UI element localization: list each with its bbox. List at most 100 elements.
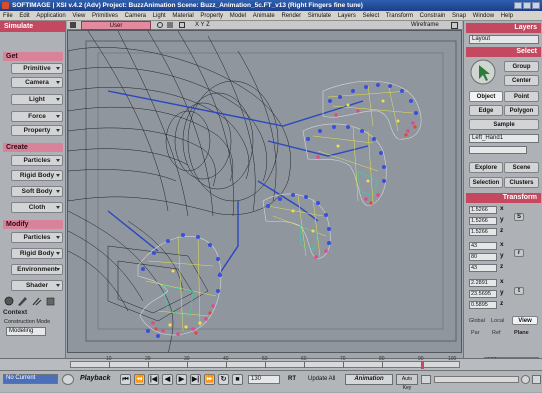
plane-toggle[interactable]: Plane bbox=[514, 330, 529, 336]
menu-material[interactable]: Material bbox=[172, 13, 193, 19]
ref-toggle[interactable]: Ref bbox=[492, 330, 501, 336]
layers-header[interactable]: Layers bbox=[466, 23, 541, 33]
play-forward-button[interactable]: ▶ bbox=[176, 374, 187, 385]
polygon-button[interactable]: Polygon bbox=[504, 105, 539, 116]
get-force-button[interactable]: Force bbox=[11, 111, 63, 122]
playback-menu[interactable]: Playback bbox=[80, 375, 110, 382]
animation-menu[interactable]: Animation bbox=[345, 374, 393, 385]
global-toggle[interactable]: Global bbox=[469, 318, 485, 324]
menu-window[interactable]: Window bbox=[473, 13, 494, 19]
viewport-menu-icon[interactable] bbox=[70, 22, 76, 28]
view-toggle[interactable]: View bbox=[512, 316, 538, 325]
menu-animate[interactable]: Animate bbox=[253, 13, 275, 19]
selection-button[interactable]: Selection bbox=[469, 177, 503, 188]
translate-icon[interactable]: t bbox=[514, 287, 524, 295]
record-icon[interactable] bbox=[521, 375, 530, 384]
module-switcher[interactable]: Simulate bbox=[0, 21, 66, 32]
modify-section-header[interactable]: Modify bbox=[3, 220, 63, 229]
frame-rate-label[interactable]: RT bbox=[288, 376, 296, 382]
create-soft-body-button[interactable]: Soft Body bbox=[11, 186, 63, 197]
mini-timeline[interactable] bbox=[434, 376, 519, 383]
par-toggle[interactable]: Par bbox=[471, 330, 480, 336]
get-primitive-button[interactable]: Primitive bbox=[11, 63, 63, 74]
menu-primitives[interactable]: Primitives bbox=[92, 13, 118, 19]
viewport-maximize-icon[interactable] bbox=[451, 22, 458, 29]
menu-view[interactable]: View bbox=[72, 13, 85, 19]
group-button[interactable]: Group bbox=[504, 61, 539, 72]
selection-filter-field[interactable] bbox=[469, 146, 527, 154]
create-section-header[interactable]: Create bbox=[3, 143, 63, 152]
menu-simulate[interactable]: Simulate bbox=[308, 13, 331, 19]
get-property-button[interactable]: Property bbox=[11, 125, 63, 136]
maximize-button[interactable] bbox=[523, 2, 531, 9]
xyz-toggle[interactable]: X Y Z bbox=[195, 21, 210, 30]
tool-icons-row[interactable] bbox=[3, 295, 63, 307]
context-section-header[interactable]: Context bbox=[3, 309, 63, 317]
create-rigid-body-button[interactable]: Rigid Body bbox=[11, 170, 63, 181]
local-toggle[interactable]: Local bbox=[491, 318, 504, 324]
loop-icon[interactable] bbox=[62, 374, 74, 385]
create-particles-button[interactable]: Particles bbox=[11, 155, 63, 166]
select-header[interactable]: Select bbox=[466, 47, 541, 57]
selection-name-field[interactable]: Left_Hand1 bbox=[469, 134, 539, 143]
menu-light[interactable]: Light bbox=[153, 13, 166, 19]
rotate-x-field[interactable]: 43 bbox=[469, 242, 497, 250]
translate-x-field[interactable]: 2.2891 bbox=[469, 279, 497, 287]
first-frame-button[interactable]: ⏮ bbox=[120, 374, 131, 385]
clusters-button[interactable]: Clusters bbox=[504, 177, 539, 188]
camera-select[interactable]: User bbox=[81, 21, 151, 30]
update-all-toggle[interactable]: Update All bbox=[308, 376, 335, 382]
menu-layers[interactable]: Layers bbox=[338, 13, 356, 19]
scene-button[interactable]: Scene bbox=[504, 162, 539, 173]
point-button[interactable]: Point bbox=[504, 91, 539, 102]
camera-icon[interactable] bbox=[179, 22, 185, 28]
close-button[interactable] bbox=[532, 2, 540, 9]
get-light-button[interactable]: Light bbox=[11, 94, 63, 105]
modify-environment-button[interactable]: Environment bbox=[11, 264, 63, 275]
translate-y-field[interactable]: 23.5695 bbox=[469, 290, 497, 298]
step-forward-button[interactable]: ▶| bbox=[190, 374, 201, 385]
display-mode-select[interactable]: Wireframe bbox=[411, 21, 439, 30]
minimize-button[interactable] bbox=[514, 2, 522, 9]
loop-button[interactable]: ↻ bbox=[218, 374, 229, 385]
timeline-slider[interactable] bbox=[70, 361, 460, 369]
playhead[interactable] bbox=[421, 361, 424, 369]
object-button[interactable]: Object bbox=[469, 91, 503, 102]
settings-icon[interactable] bbox=[532, 375, 541, 384]
scale-icon[interactable]: S bbox=[514, 213, 524, 221]
menu-application[interactable]: Application bbox=[36, 13, 65, 19]
menu-help[interactable]: Help bbox=[501, 13, 513, 19]
modify-rigid-body-button[interactable]: Rigid Body bbox=[11, 248, 63, 259]
get-camera-button[interactable]: Camera bbox=[11, 77, 63, 88]
edge-button[interactable]: Edge bbox=[469, 105, 503, 116]
stop-button[interactable]: ■ bbox=[232, 374, 243, 385]
auto-key-toggle[interactable]: Auto Key bbox=[396, 374, 418, 391]
menu-snap[interactable]: Snap bbox=[452, 13, 466, 19]
rotate-y-field[interactable]: 80 bbox=[469, 253, 497, 261]
scale-x-field[interactable]: 1.5266 bbox=[469, 206, 497, 214]
menu-file[interactable]: File bbox=[3, 13, 13, 19]
construction-mode-select[interactable]: Modeling bbox=[6, 327, 46, 336]
translate-z-field[interactable]: 0.5895 bbox=[469, 301, 497, 309]
lock-icon[interactable] bbox=[167, 22, 173, 28]
frame-field[interactable]: 130 bbox=[248, 375, 280, 384]
modify-shader-button[interactable]: Shader bbox=[11, 280, 63, 291]
select-arrow-icon[interactable] bbox=[470, 59, 496, 85]
create-cloth-button[interactable]: Cloth bbox=[11, 202, 63, 213]
key-icon[interactable] bbox=[421, 375, 431, 384]
modify-particles-button[interactable]: Particles bbox=[11, 232, 63, 243]
menu-render[interactable]: Render bbox=[281, 13, 301, 19]
rotate-icon[interactable]: r bbox=[514, 249, 524, 257]
menu-select[interactable]: Select bbox=[363, 13, 380, 19]
scale-y-field[interactable]: 1.5266 bbox=[469, 217, 497, 225]
play-backward-button[interactable]: ◀ bbox=[162, 374, 173, 385]
center-button[interactable]: Center bbox=[504, 75, 539, 86]
transform-header[interactable]: Transform bbox=[466, 193, 541, 203]
eye-icon[interactable] bbox=[157, 22, 163, 28]
layers-select[interactable]: Layout bbox=[469, 35, 539, 44]
3d-viewport[interactable] bbox=[67, 30, 462, 353]
explore-button[interactable]: Explore bbox=[469, 162, 503, 173]
menu-property[interactable]: Property bbox=[200, 13, 223, 19]
get-section-header[interactable]: Get bbox=[3, 52, 63, 61]
menu-model[interactable]: Model bbox=[230, 13, 246, 19]
